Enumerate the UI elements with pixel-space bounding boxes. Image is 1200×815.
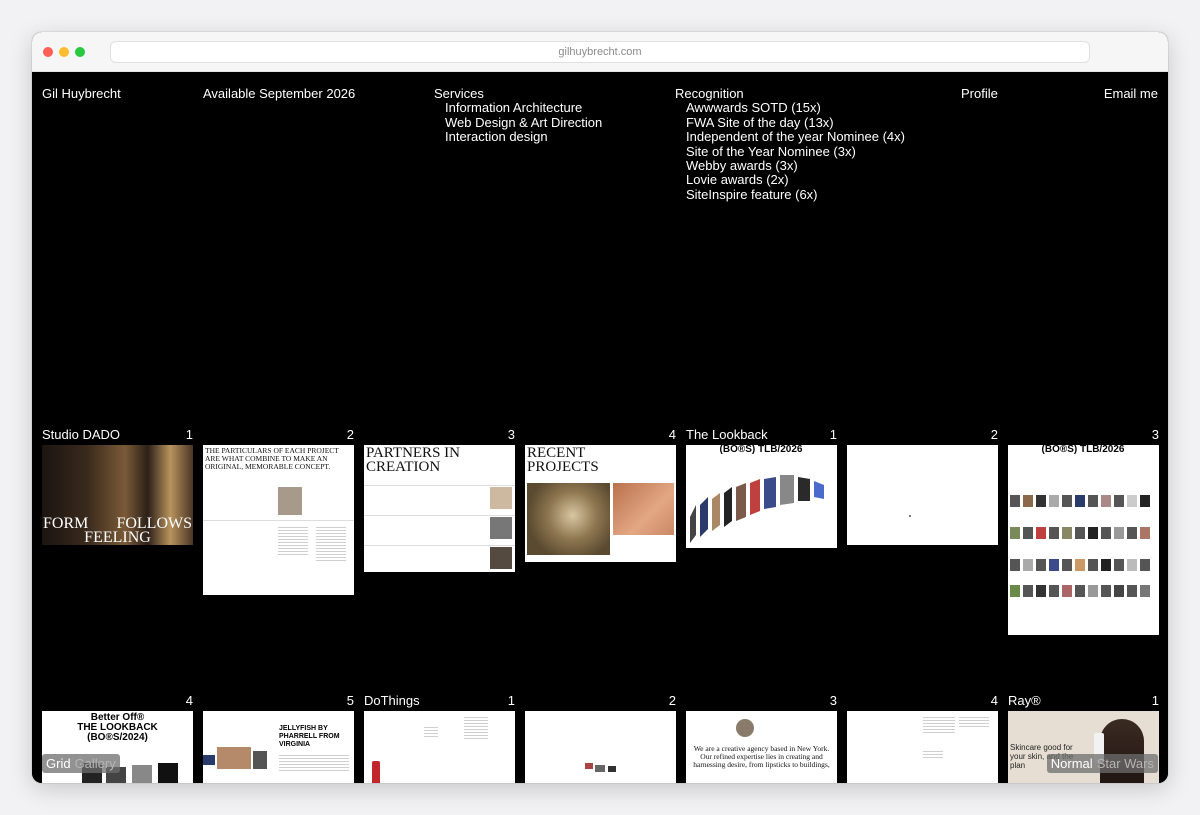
image-number: 5 xyxy=(346,693,354,708)
project-title: Studio DADO xyxy=(42,427,121,442)
project-thumbnail[interactable]: FORM FOLLOWS FEELING xyxy=(42,445,193,545)
gallery-view-option[interactable]: Gallery xyxy=(75,756,116,771)
project-thumbnail[interactable]: RECENT PROJECTS xyxy=(525,445,676,562)
project-title: Ray® xyxy=(1008,693,1041,708)
star-wars-mode-option[interactable]: Star Wars xyxy=(1097,756,1154,771)
availability-text: Available September 2026 xyxy=(203,86,356,101)
recognition-item: SiteInspire feature (6x) xyxy=(686,186,818,202)
project-cell[interactable]: Ray® 1 Skincare good for your skin, and … xyxy=(1008,693,1159,783)
project-title: DoThings xyxy=(364,693,420,708)
image-number: 3 xyxy=(1151,427,1159,442)
project-cell[interactable]: DoThings 1 xyxy=(364,693,515,783)
photo-grid-graphic xyxy=(1010,495,1150,597)
project-thumbnail[interactable] xyxy=(847,711,998,783)
thumb-text: FEELING xyxy=(84,529,151,546)
project-cell[interactable]: 3 We are a creative agency based in New … xyxy=(686,693,837,783)
recognition-item: Lovie awards (2x) xyxy=(686,172,789,188)
normal-mode-option[interactable]: Normal xyxy=(1051,756,1093,771)
minimize-window-button[interactable] xyxy=(59,47,69,57)
image-number: 4 xyxy=(990,693,998,708)
image-number: 2 xyxy=(346,427,354,442)
project-thumbnail[interactable]: JELLYFISH BY PHARRELL FROM VIRGINIA xyxy=(203,711,354,783)
mode-toggle[interactable]: Normal Star Wars xyxy=(1046,754,1158,773)
project-thumbnail[interactable] xyxy=(525,711,676,783)
project-cell[interactable]: 2 xyxy=(525,693,676,783)
page-content: Gil Huybrecht Available September 2026 S… xyxy=(32,72,1168,783)
project-cell[interactable]: 4 xyxy=(847,693,998,783)
service-item: Interaction design xyxy=(445,129,548,145)
thumb-heading: RECENT PROJECTS xyxy=(527,445,599,475)
image-number: 1 xyxy=(185,427,193,442)
project-cell[interactable]: 3 PARTNERS IN CREATION xyxy=(364,427,515,572)
project-cell[interactable]: 3 (BO®S) TLB/2026 xyxy=(1008,427,1159,635)
thumb-text: FORM xyxy=(43,515,89,532)
thumb-heading: PARTNERS IN CREATION xyxy=(366,445,460,475)
services-title: Services xyxy=(434,86,484,101)
services-section: Services Information Architecture Web De… xyxy=(434,86,603,145)
project-thumbnail[interactable] xyxy=(364,711,515,783)
thumb-text: (BO®S/2024) xyxy=(87,732,148,743)
project-thumbnail[interactable]: (BO®S) TLB/2026 xyxy=(1008,445,1159,635)
project-thumbnail[interactable]: We are a creative agency based in New Yo… xyxy=(686,711,837,783)
project-thumbnail[interactable]: (BO®S) TLB/2026 xyxy=(686,445,837,548)
photo-carousel-graphic xyxy=(690,475,824,543)
image-number: 4 xyxy=(668,427,676,442)
image-number: 2 xyxy=(668,693,676,708)
image-number: 1 xyxy=(829,427,837,442)
image-number: 3 xyxy=(507,427,515,442)
recognition-item: Site of the Year Nominee (3x) xyxy=(686,143,856,159)
browser-titlebar: gilhuybrecht.com xyxy=(32,32,1168,72)
profile-link[interactable]: Profile xyxy=(961,86,998,101)
image-number: 3 xyxy=(829,693,837,708)
project-thumbnail[interactable] xyxy=(847,445,998,545)
recognition-item: Independent of the year Nominee (4x) xyxy=(686,129,905,145)
address-bar[interactable]: gilhuybrecht.com xyxy=(110,41,1090,63)
site-name[interactable]: Gil Huybrecht xyxy=(42,86,121,101)
project-cell[interactable]: 2 xyxy=(847,427,998,545)
recognition-section: Recognition Awwwards SOTD (15x) FWA Site… xyxy=(675,86,905,202)
project-thumbnail[interactable]: PARTNERS IN CREATION xyxy=(364,445,515,572)
email-link[interactable]: Email me xyxy=(1104,86,1158,101)
service-item: Web Design & Art Direction xyxy=(445,114,603,130)
maximize-window-button[interactable] xyxy=(75,47,85,57)
image-number: 4 xyxy=(185,693,193,708)
thumb-text: We are a creative agency based in New Yo… xyxy=(693,744,830,769)
project-title: The Lookback xyxy=(686,427,768,442)
grid-view-option[interactable]: Grid xyxy=(46,756,71,771)
close-window-button[interactable] xyxy=(43,47,53,57)
recognition-title: Recognition xyxy=(675,86,744,101)
image-number: 2 xyxy=(990,427,998,442)
project-thumbnail[interactable]: THE PARTICULARS OF EACH PROJECT ARE WHAT… xyxy=(203,445,354,595)
project-cell[interactable]: Studio DADO 1 FORM FOLLOWS FEELING xyxy=(42,427,193,545)
project-cell[interactable]: 5 JELLYFISH BY PHARRELL FROM VIRGINIA xyxy=(203,693,354,783)
image-number: 1 xyxy=(507,693,515,708)
recognition-item: FWA Site of the day (13x) xyxy=(686,114,834,130)
recognition-item: Webby awards (3x) xyxy=(686,158,798,174)
project-cell[interactable]: 2 THE PARTICULARS OF EACH PROJECT ARE WH… xyxy=(203,427,354,595)
image-number: 1 xyxy=(1151,693,1159,708)
recognition-item: Awwwards SOTD (15x) xyxy=(686,100,821,116)
thumb-heading: THE PARTICULARS OF EACH PROJECT ARE WHAT… xyxy=(205,446,339,471)
view-toggle[interactable]: Grid Gallery xyxy=(42,754,120,773)
project-cell[interactable]: 4 RECENT PROJECTS xyxy=(525,427,676,562)
project-cell[interactable]: 4 Better Off® THE LOOKBACK (BO®S/2024) xyxy=(42,693,193,783)
project-cell[interactable]: The Lookback 1 (BO®S) TLB/2026 xyxy=(686,427,837,548)
service-item: Information Architecture xyxy=(445,100,583,116)
browser-window: gilhuybrecht.com Gil Huybrecht Available… xyxy=(32,32,1168,783)
thumb-heading: JELLYFISH BY PHARRELL FROM VIRGINIA xyxy=(279,725,340,748)
